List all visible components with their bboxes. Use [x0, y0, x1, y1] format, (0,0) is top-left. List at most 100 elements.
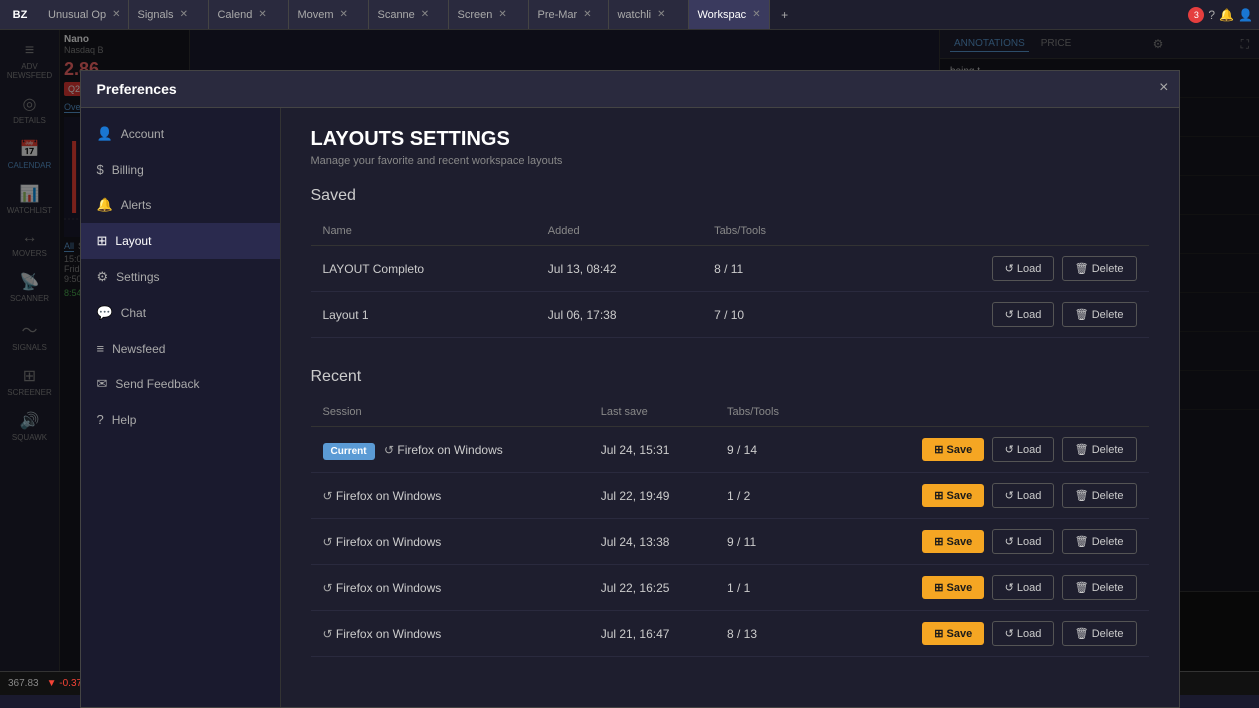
tab-close-signals[interactable]: ✕ — [180, 9, 188, 20]
recent-section-title: Recent — [311, 368, 1149, 386]
save-button[interactable]: ⊞ Save — [922, 622, 984, 645]
saved-col-tabs: Tabs/Tools — [702, 217, 838, 246]
delete-button[interactable]: 🗑 Delete — [1062, 529, 1137, 554]
saved-row-name: Layout 1 — [311, 292, 536, 338]
recent-row-actions: ⊞ Save ↺ Load 🗑 Delete — [819, 427, 1149, 473]
recent-row-session: ↺ Firefox on Windows — [311, 611, 589, 657]
pref-nav-newsfeed[interactable]: ≡ Newsfeed — [81, 331, 280, 366]
load-button[interactable]: ↺ Load — [992, 256, 1055, 281]
tab-movers[interactable]: Movem ✕ — [289, 0, 369, 30]
saved-row-actions: ↺ Load 🗑 Delete — [838, 246, 1148, 292]
load-button[interactable]: ↺ Load — [992, 483, 1055, 508]
recent-layout-row: ↺ Firefox on Windows Jul 24, 13:38 9 / 1… — [311, 519, 1149, 565]
tab-close-scanner[interactable]: ✕ — [421, 9, 429, 20]
notification-badge[interactable]: 3 — [1188, 7, 1204, 23]
recent-row-lastsave: Jul 22, 16:25 — [589, 565, 715, 611]
pref-nav-layout[interactable]: ⊞ Layout — [81, 223, 280, 259]
preferences-dialog: Preferences × 👤 Account $ Billing 🔔 — [80, 70, 1180, 708]
recent-row-session: ↺ Firefox on Windows — [311, 473, 589, 519]
recent-row-tabs: 9 / 14 — [715, 427, 819, 473]
pref-nav-feedback[interactable]: ✉ Send Feedback — [81, 366, 280, 402]
pref-nav-billing[interactable]: $ Billing — [81, 152, 280, 187]
recent-row-actions: ⊞ Save ↺ Load 🗑 Delete — [819, 473, 1149, 519]
browser-icon: ↺ — [384, 443, 394, 457]
browser-icon: ↺ — [323, 627, 333, 641]
recent-layouts-table: Session Last save Tabs/Tools Current ↺ F… — [311, 398, 1149, 657]
saved-col-actions — [838, 217, 1148, 246]
tab-premarket[interactable]: Pre-Mar ✕ — [529, 0, 609, 30]
preferences-body: 👤 Account $ Billing 🔔 Alerts ⊞ Layout — [81, 108, 1179, 707]
account-icon: 👤 — [97, 126, 113, 142]
help-nav-icon: ? — [97, 412, 104, 427]
saved-row-added: Jul 13, 08:42 — [536, 246, 702, 292]
save-button[interactable]: ⊞ Save — [922, 438, 984, 461]
tab-calendar[interactable]: Calend ✕ — [209, 0, 289, 30]
load-button[interactable]: ↺ Load — [992, 529, 1055, 554]
saved-layout-row: LAYOUT Completo Jul 13, 08:42 8 / 11 ↺ L… — [311, 246, 1149, 292]
layout-settings-title: LAYOUTS SETTINGS — [311, 128, 1149, 151]
tab-close-unusual[interactable]: ✕ — [112, 9, 120, 20]
delete-button[interactable]: 🗑 Delete — [1062, 437, 1137, 462]
tab-screener[interactable]: Screen ✕ — [449, 0, 529, 30]
recent-row-tabs: 8 / 13 — [715, 611, 819, 657]
browser-icon: ↺ — [323, 489, 333, 503]
tab-close-movers[interactable]: ✕ — [340, 9, 348, 20]
delete-button[interactable]: 🗑 Delete — [1062, 302, 1137, 327]
bell-icon[interactable]: 🔔 — [1219, 8, 1234, 22]
delete-button[interactable]: 🗑 Delete — [1062, 256, 1137, 281]
layout-settings-subtitle: Manage your favorite and recent workspac… — [311, 155, 1149, 167]
saved-row-actions: ↺ Load 🗑 Delete — [838, 292, 1148, 338]
user-icon[interactable]: 👤 — [1238, 8, 1253, 22]
tab-scanner[interactable]: Scanne ✕ — [369, 0, 449, 30]
browser-icon: ↺ — [323, 581, 333, 595]
newsfeed-nav-icon: ≡ — [97, 341, 105, 356]
alerts-icon: 🔔 — [97, 197, 113, 213]
tab-close-watchlist[interactable]: ✕ — [657, 9, 665, 20]
recent-row-session: ↺ Firefox on Windows — [311, 519, 589, 565]
recent-row-session: ↺ Firefox on Windows — [311, 565, 589, 611]
saved-layouts-table: Name Added Tabs/Tools LAYOUT Completo Ju… — [311, 217, 1149, 338]
save-button[interactable]: ⊞ Save — [922, 530, 984, 553]
tab-add-button[interactable]: + — [770, 0, 800, 30]
pref-nav-chat[interactable]: 💬 Chat — [81, 295, 280, 331]
tab-signals[interactable]: Signals ✕ — [129, 0, 209, 30]
recent-row-tabs: 1 / 2 — [715, 473, 819, 519]
pref-nav-help[interactable]: ? Help — [81, 402, 280, 437]
load-button[interactable]: ↺ Load — [992, 621, 1055, 646]
save-button[interactable]: ⊞ Save — [922, 576, 984, 599]
delete-button[interactable]: 🗑 Delete — [1062, 621, 1137, 646]
pref-nav-alerts[interactable]: 🔔 Alerts — [81, 187, 280, 223]
tab-close-screener[interactable]: ✕ — [498, 9, 506, 20]
save-button[interactable]: ⊞ Save — [922, 484, 984, 507]
recent-row-session: Current ↺ Firefox on Windows — [311, 427, 589, 473]
saved-row-added: Jul 06, 17:38 — [536, 292, 702, 338]
help-icon[interactable]: ? — [1208, 8, 1215, 22]
recent-col-lastsave: Last save — [589, 398, 715, 427]
pref-nav-settings[interactable]: ⚙ Settings — [81, 259, 280, 295]
recent-layout-row: ↺ Firefox on Windows Jul 22, 19:49 1 / 2… — [311, 473, 1149, 519]
tab-watchlist[interactable]: watchli ✕ — [609, 0, 689, 30]
delete-button[interactable]: 🗑 Delete — [1062, 575, 1137, 600]
preferences-overlay: Preferences × 👤 Account $ Billing 🔔 — [0, 30, 1259, 671]
tab-close-premarket[interactable]: ✕ — [583, 9, 591, 20]
delete-button[interactable]: 🗑 Delete — [1062, 483, 1137, 508]
recent-row-lastsave: Jul 24, 15:31 — [589, 427, 715, 473]
load-button[interactable]: ↺ Load — [992, 575, 1055, 600]
preferences-close-button[interactable]: × — [1159, 79, 1168, 97]
browser-icon: ↺ — [323, 535, 333, 549]
recent-layout-row: ↺ Firefox on Windows Jul 21, 16:47 8 / 1… — [311, 611, 1149, 657]
tab-unusual-op[interactable]: Unusual Op ✕ — [40, 0, 129, 30]
current-badge: Current — [323, 443, 375, 460]
recent-row-tabs: 9 / 11 — [715, 519, 819, 565]
recent-row-actions: ⊞ Save ↺ Load 🗑 Delete — [819, 611, 1149, 657]
tab-workspace[interactable]: Workspac ✕ — [689, 0, 769, 30]
preferences-content: LAYOUTS SETTINGS Manage your favorite an… — [281, 108, 1179, 707]
tab-close-workspace[interactable]: ✕ — [752, 9, 760, 20]
status-item: 367.83 — [8, 678, 39, 689]
tab-close-calendar[interactable]: ✕ — [258, 9, 266, 20]
pref-nav-account[interactable]: 👤 Account — [81, 116, 280, 152]
saved-section-title: Saved — [311, 187, 1149, 205]
load-button[interactable]: ↺ Load — [992, 437, 1055, 462]
load-button[interactable]: ↺ Load — [992, 302, 1055, 327]
recent-layout-row: Current ↺ Firefox on Windows Jul 24, 15:… — [311, 427, 1149, 473]
